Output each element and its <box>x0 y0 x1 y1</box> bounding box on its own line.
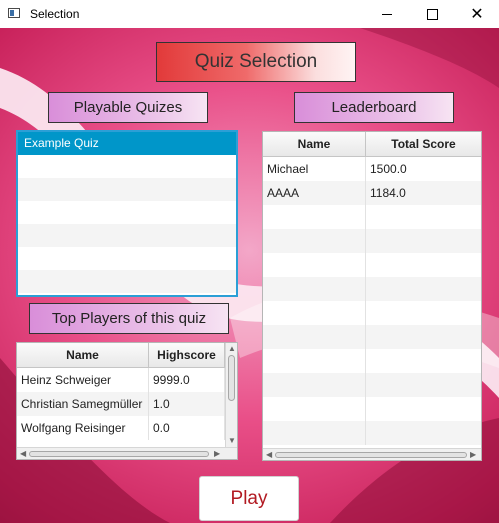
table-row-empty <box>263 253 481 277</box>
scroll-right-icon[interactable]: ▶ <box>214 449 220 459</box>
minimize-icon <box>382 13 392 15</box>
cell-score: 1500.0 <box>370 162 407 176</box>
leaderboard-table[interactable]: Name Total Score Michael 1500.0 AAAA 118… <box>262 131 482 461</box>
list-item[interactable]: Example Quiz <box>18 132 236 155</box>
horizontal-scrollbar[interactable]: ◀ ▶ <box>17 447 237 459</box>
cell-name: Michael <box>263 157 366 181</box>
window-titlebar[interactable]: Selection ✕ <box>0 0 499 28</box>
table-row[interactable]: Heinz Schweiger 9999.0 <box>17 368 237 392</box>
leaderboard-label: Leaderboard <box>294 92 454 123</box>
column-header-total-score[interactable]: Total Score <box>366 132 481 156</box>
maximize-button[interactable] <box>412 0 452 28</box>
list-item-empty <box>18 270 236 293</box>
cell-name: Christian Samegmüller <box>17 392 149 416</box>
table-header: Name Highscore <box>17 343 237 368</box>
column-header-highscore[interactable]: Highscore <box>149 343 225 367</box>
cell-score: 0.0 <box>149 416 225 440</box>
column-header-name[interactable]: Name <box>17 343 149 367</box>
list-item-empty <box>18 178 236 201</box>
table-row-empty <box>263 325 481 349</box>
table-row-empty <box>263 349 481 373</box>
list-item-empty <box>18 155 236 178</box>
vertical-scrollbar[interactable]: ▲ ▼ <box>225 343 237 447</box>
quiz-selection-title: Quiz Selection <box>156 42 356 82</box>
table-row-empty <box>263 421 481 445</box>
list-item-empty <box>18 224 236 247</box>
table-row[interactable]: Christian Samegmüller 1.0 <box>17 392 237 416</box>
table-row-empty <box>263 229 481 253</box>
cell-score: 9999.0 <box>149 368 225 392</box>
scrollbar-thumb[interactable] <box>228 355 235 401</box>
horizontal-scrollbar[interactable]: ◀ ▶ <box>263 448 481 460</box>
app-icon <box>8 8 20 18</box>
maximize-icon <box>426 8 438 20</box>
minimize-button[interactable] <box>367 0 407 28</box>
table-row-empty <box>263 373 481 397</box>
cell-score: 1.0 <box>149 392 225 416</box>
cell-name: Wolfgang Reisinger <box>17 416 149 440</box>
table-row[interactable]: Michael 1500.0 <box>263 157 481 181</box>
table-row-empty <box>263 277 481 301</box>
column-header-name[interactable]: Name <box>263 132 366 156</box>
cell-name: AAAA <box>263 181 366 205</box>
table-header: Name Total Score <box>263 132 481 157</box>
quiz-list[interactable]: Example Quiz <box>16 130 238 297</box>
scroll-right-icon[interactable]: ▶ <box>470 450 476 460</box>
table-row-empty <box>263 397 481 421</box>
table-row-empty <box>263 205 481 229</box>
table-row[interactable]: Wolfgang Reisinger 0.0 <box>17 416 237 440</box>
cell-score: 1184.0 <box>370 186 406 200</box>
scroll-left-icon[interactable]: ◀ <box>266 450 272 460</box>
playable-quizzes-label: Playable Quizes <box>48 92 208 123</box>
top-players-label: Top Players of this quiz <box>29 303 229 334</box>
window-content: Quiz Selection Playable Quizes Leaderboa… <box>0 28 499 523</box>
cell-name: Heinz Schweiger <box>17 368 149 392</box>
scrollbar-thumb[interactable] <box>29 451 209 457</box>
table-row-empty <box>263 301 481 325</box>
close-icon: ✕ <box>470 4 484 23</box>
list-item-empty <box>18 247 236 270</box>
close-button[interactable]: ✕ <box>457 0 497 28</box>
list-item-empty <box>18 201 236 224</box>
scrollbar-thumb[interactable] <box>275 452 467 458</box>
window-title: Selection <box>30 7 80 21</box>
top-players-table[interactable]: Name Highscore Heinz Schweiger 9999.0 Ch… <box>16 342 238 460</box>
scroll-left-icon[interactable]: ◀ <box>20 449 26 459</box>
scroll-up-icon[interactable]: ▲ <box>228 344 236 354</box>
play-button[interactable]: Play <box>199 476 299 521</box>
scroll-down-icon[interactable]: ▼ <box>228 436 236 446</box>
list-item-empty <box>18 293 236 295</box>
table-row[interactable]: AAAA 1184.0 <box>263 181 481 205</box>
